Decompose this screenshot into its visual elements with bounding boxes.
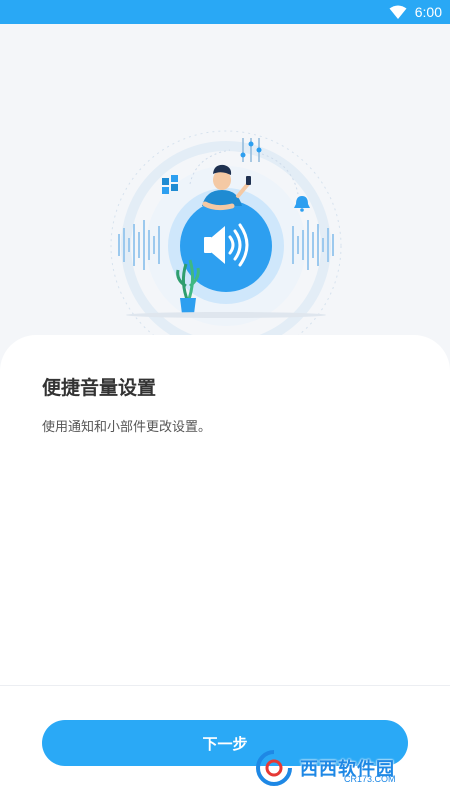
equalizer-icon — [240, 138, 262, 162]
status-bar: 6:00 — [0, 0, 450, 24]
divider — [0, 685, 450, 686]
watermark-domain: CR173.COM — [344, 774, 396, 784]
watermark-logo: 西西软件园 CR173.COM — [252, 748, 432, 788]
page-title: 便捷音量设置 — [42, 377, 157, 399]
page-description: 使用通知和小部件更改设置。 — [42, 420, 212, 435]
hero-illustration — [0, 24, 450, 344]
watermark-emblem-icon — [256, 750, 292, 786]
wifi-icon — [389, 5, 407, 19]
bottom-sheet: 便捷音量设置 使用通知和小部件更改设置。 下一步 — [0, 335, 450, 800]
status-time: 6:00 — [414, 4, 442, 20]
